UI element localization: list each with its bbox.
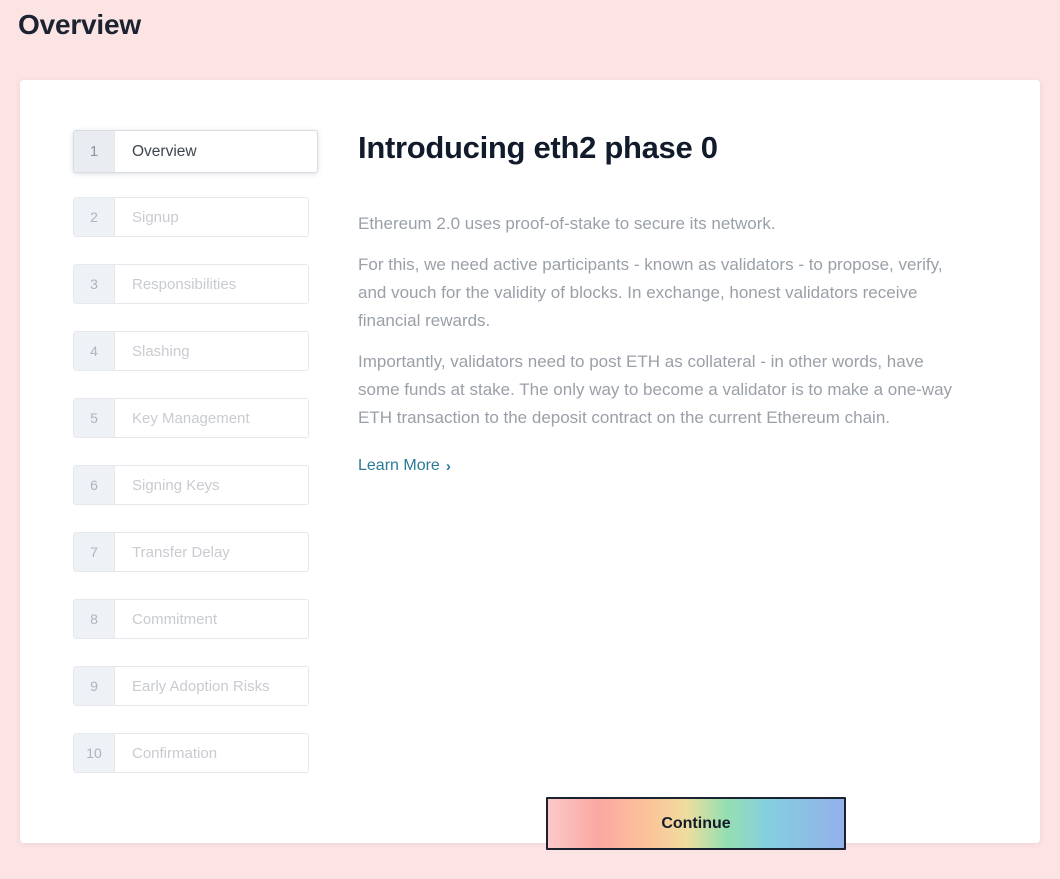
stepper-item-responsibilities[interactable]: 3 Responsibilities	[73, 264, 309, 304]
continue-button[interactable]: Continue	[546, 797, 846, 850]
step-number: 7	[74, 533, 115, 571]
step-number: 5	[74, 399, 115, 437]
stepper-item-overview[interactable]: 1 Overview	[73, 130, 318, 173]
step-label: Early Adoption Risks	[132, 677, 270, 695]
step-number: 8	[74, 600, 115, 638]
stepper: 1 Overview 2 Signup 3 Responsibilities 4…	[73, 130, 333, 800]
page-title: Overview	[18, 9, 141, 40]
step-label: Slashing	[132, 342, 190, 360]
step-number: 3	[74, 265, 115, 303]
stepper-item-signing-keys[interactable]: 6 Signing Keys	[73, 465, 309, 505]
step-label: Responsibilities	[132, 275, 237, 293]
stepper-item-confirmation[interactable]: 10 Confirmation	[73, 733, 309, 773]
step-number: 6	[74, 466, 115, 504]
learn-more-link[interactable]: Learn More ›	[358, 457, 451, 475]
step-label: Signing Keys	[132, 476, 220, 494]
chevron-right-icon: ›	[445, 457, 451, 475]
stepper-item-key-management[interactable]: 5 Key Management	[73, 398, 309, 438]
stepper-item-commitment[interactable]: 8 Commitment	[73, 599, 309, 639]
stepper-item-early-adoption-risks[interactable]: 9 Early Adoption Risks	[73, 666, 309, 706]
step-number: 9	[74, 667, 115, 705]
step-label: Transfer Delay	[132, 543, 230, 561]
step-number: 2	[74, 198, 115, 236]
step-label: Overview	[132, 142, 197, 160]
step-label: Signup	[132, 208, 179, 226]
content-paragraph: Ethereum 2.0 uses proof-of-stake to secu…	[358, 214, 776, 233]
content-card: 1 Overview 2 Signup 3 Responsibilities 4…	[20, 80, 1040, 850]
step-number: 4	[74, 332, 115, 370]
step-label: Commitment	[132, 610, 218, 628]
learn-more-label: Learn More	[358, 457, 440, 474]
content-paragraph: Importantly, validators need to post ETH…	[358, 352, 953, 427]
stepper-item-slashing[interactable]: 4 Slashing	[73, 331, 309, 371]
step-label: Key Management	[132, 409, 250, 427]
content-panel: Introducing eth2 phase 0 Ethereum 2.0 us…	[358, 130, 978, 475]
step-number: 1	[74, 131, 115, 172]
content-heading: Introducing eth2 phase 0	[358, 130, 718, 165]
step-label: Confirmation	[132, 744, 218, 762]
stepper-item-transfer-delay[interactable]: 7 Transfer Delay	[73, 532, 309, 572]
content-paragraph: For this, we need active participants - …	[358, 255, 943, 330]
step-number: 10	[74, 734, 115, 772]
stepper-item-signup[interactable]: 2 Signup	[73, 197, 309, 237]
